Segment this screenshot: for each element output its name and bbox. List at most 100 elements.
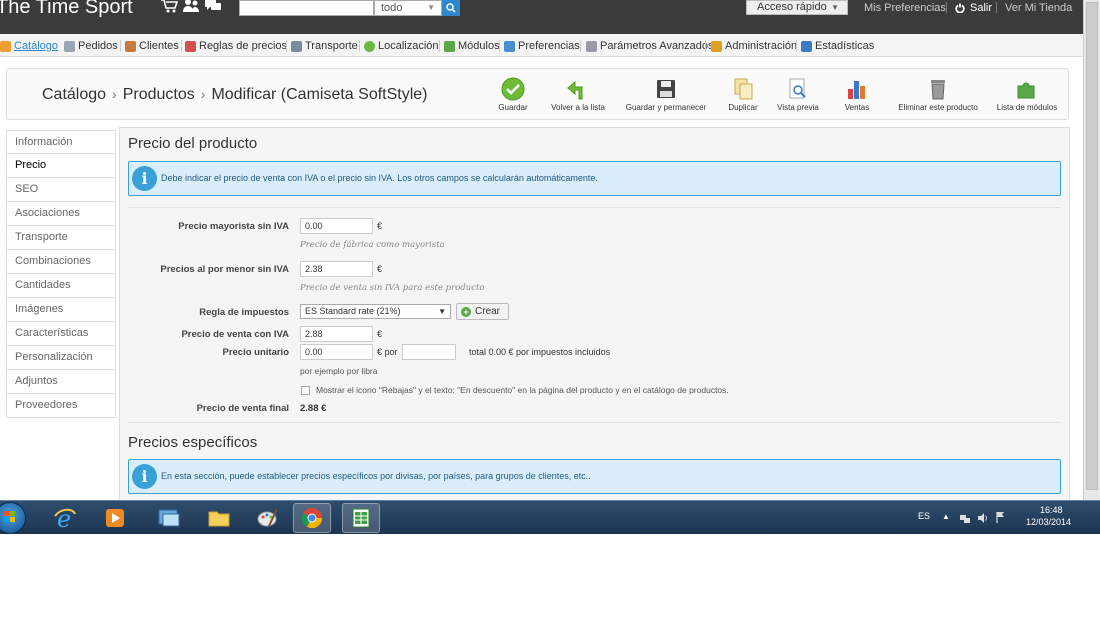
power-icon[interactable] xyxy=(955,3,965,13)
clock-date[interactable]: 12/03/2014 xyxy=(1026,517,1071,527)
show-hidden-icons-icon[interactable]: ▲ xyxy=(942,512,950,521)
wholesale-price-input[interactable]: 0.00 xyxy=(300,218,373,234)
chrome-icon xyxy=(301,508,323,529)
tab-associations[interactable]: Asociaciones xyxy=(6,202,116,226)
catalog-icon xyxy=(0,40,11,52)
tab-customization[interactable]: Personalización xyxy=(6,346,116,370)
taskbar-spreadsheet[interactable] xyxy=(342,503,380,533)
windows-start-button[interactable] xyxy=(0,502,26,534)
tab-images[interactable]: Imágenes xyxy=(6,298,116,322)
toolbar-label: Guardar xyxy=(498,103,528,112)
menu-item-price-rules[interactable]: Reglas de precios xyxy=(185,38,287,54)
save-and-stay-button[interactable]: Guardar y permanecer xyxy=(619,77,713,112)
tab-price[interactable]: Precio xyxy=(6,154,116,178)
menu-item-customers[interactable]: Clientes xyxy=(125,38,179,54)
logout-link[interactable]: Salir xyxy=(970,2,992,14)
menu-item-administration[interactable]: Administración xyxy=(711,38,797,54)
tab-information[interactable]: Información xyxy=(6,130,116,154)
price-rules-icon xyxy=(185,40,196,52)
search-button[interactable] xyxy=(442,0,460,16)
divider xyxy=(796,40,797,52)
divider xyxy=(128,422,1061,423)
unit-price-input[interactable]: 0.00 xyxy=(300,344,373,360)
menu-item-localization[interactable]: Localización xyxy=(364,38,439,54)
tab-quantities[interactable]: Cantidades xyxy=(6,274,116,298)
search-scope-select[interactable]: todo ▼ xyxy=(374,0,442,16)
info-alert: i Debe indicar el precio de venta con IV… xyxy=(128,161,1061,196)
puzzle-icon xyxy=(444,40,455,52)
taskbar-media-player[interactable] xyxy=(96,503,134,533)
my-preferences-link[interactable]: Mis Preferencias xyxy=(864,2,946,14)
preferences-icon xyxy=(504,40,515,52)
view-store-link[interactable]: Ver Mi Tienda xyxy=(1005,2,1072,14)
scrollbar-thumb[interactable] xyxy=(1086,2,1098,490)
menu-label: Pedidos xyxy=(78,40,118,52)
menu-label: Módulos xyxy=(458,40,500,52)
network-icon[interactable] xyxy=(959,512,971,524)
unit-price-label: Precio unitario xyxy=(222,347,289,358)
save-button[interactable]: Guardar xyxy=(493,77,533,112)
truck-icon xyxy=(291,40,302,52)
tax-rule-label: Regla de impuestos xyxy=(199,307,289,318)
tab-seo[interactable]: SEO xyxy=(6,178,116,202)
paint-palette-icon xyxy=(257,508,278,527)
tab-combinations[interactable]: Combinaciones xyxy=(6,250,116,274)
tab-shipping[interactable]: Transporte xyxy=(6,226,116,250)
duplicate-icon xyxy=(734,78,753,100)
clock-time[interactable]: 16:48 xyxy=(1040,505,1063,515)
taskbar-paint[interactable] xyxy=(248,503,286,533)
info-icon: i xyxy=(132,166,157,191)
menu-item-catalog[interactable]: Catálogo xyxy=(0,38,58,54)
unity-input[interactable] xyxy=(402,344,456,360)
messages-icon[interactable] xyxy=(204,0,222,14)
info-text: En esta sección, puede establecer precio… xyxy=(161,471,591,481)
vertical-scrollbar[interactable] xyxy=(1083,0,1100,500)
menu-item-advanced-parameters[interactable]: Parámetros Avanzados xyxy=(586,38,714,54)
sales-button[interactable]: Ventas xyxy=(837,77,877,112)
language-indicator[interactable]: ES xyxy=(918,511,930,521)
action-center-flag-icon[interactable] xyxy=(995,511,1005,523)
tab-features[interactable]: Características xyxy=(6,322,116,346)
menu-item-statistics[interactable]: Estadísticas xyxy=(801,38,874,54)
tab-suppliers[interactable]: Proveedores xyxy=(6,394,116,418)
currency-unit: € xyxy=(377,329,383,339)
preview-button[interactable]: Vista previa xyxy=(773,77,823,112)
taskbar-chrome[interactable] xyxy=(293,503,331,533)
quick-access-label: Acceso rápido xyxy=(757,1,827,13)
quick-access-dropdown[interactable]: Acceso rápido ▼ xyxy=(746,0,848,15)
divider xyxy=(580,40,581,52)
menu-item-modules[interactable]: Módulos xyxy=(444,38,500,54)
info-text: Debe indicar el precio de venta con IVA … xyxy=(161,173,598,183)
on-sale-checkbox[interactable] xyxy=(301,386,310,395)
menu-item-shipping[interactable]: Transporte xyxy=(291,38,358,54)
chevron-down-icon: ▼ xyxy=(831,3,839,12)
admin-header: The Time Sport todo ▼ Acceso rápido ▼ Mis … xyxy=(0,0,1083,34)
tab-attachments[interactable]: Adjuntos xyxy=(6,370,116,394)
back-to-list-button[interactable]: Volver a la lista xyxy=(543,77,613,112)
retail-price-label: Precios al por menor sin IVA xyxy=(160,264,289,275)
duplicate-button[interactable]: Duplicar xyxy=(723,77,763,112)
menu-item-preferences[interactable]: Preferencias xyxy=(504,38,580,54)
tax-rule-select[interactable]: ES Standard rate (21%) ▼ xyxy=(300,304,451,319)
module-list-button[interactable]: Lista de módulos xyxy=(991,77,1063,112)
cart-icon[interactable] xyxy=(160,0,178,14)
search-input[interactable] xyxy=(239,0,374,16)
taskbar-internet-explorer[interactable]: e xyxy=(46,503,84,533)
delete-product-button[interactable]: Eliminar este producto xyxy=(891,77,985,112)
breadcrumb-catalog[interactable]: Catálogo xyxy=(42,86,106,103)
breadcrumb-products[interactable]: Productos xyxy=(123,86,195,103)
retail-price-input[interactable]: 2.38 xyxy=(300,261,373,277)
menu-label: Reglas de precios xyxy=(199,40,288,52)
customers-icon[interactable] xyxy=(182,0,200,14)
wrench-icon xyxy=(586,40,597,52)
menu-item-orders[interactable]: Pedidos xyxy=(64,38,118,54)
shop-name[interactable]: The Time Sport xyxy=(0,0,133,19)
create-tax-rule-button[interactable]: + Crear xyxy=(456,303,509,320)
price-with-tax-input[interactable]: 2.88 xyxy=(300,326,373,342)
windows-taskbar: e ES ▲ 16:48 12/03/2014 xyxy=(0,500,1100,534)
volume-icon[interactable] xyxy=(977,512,989,524)
divider xyxy=(439,40,440,52)
search-scope-value: todo xyxy=(381,2,403,14)
taskbar-file-explorer[interactable] xyxy=(200,503,238,533)
taskbar-window-switcher[interactable] xyxy=(150,503,188,533)
